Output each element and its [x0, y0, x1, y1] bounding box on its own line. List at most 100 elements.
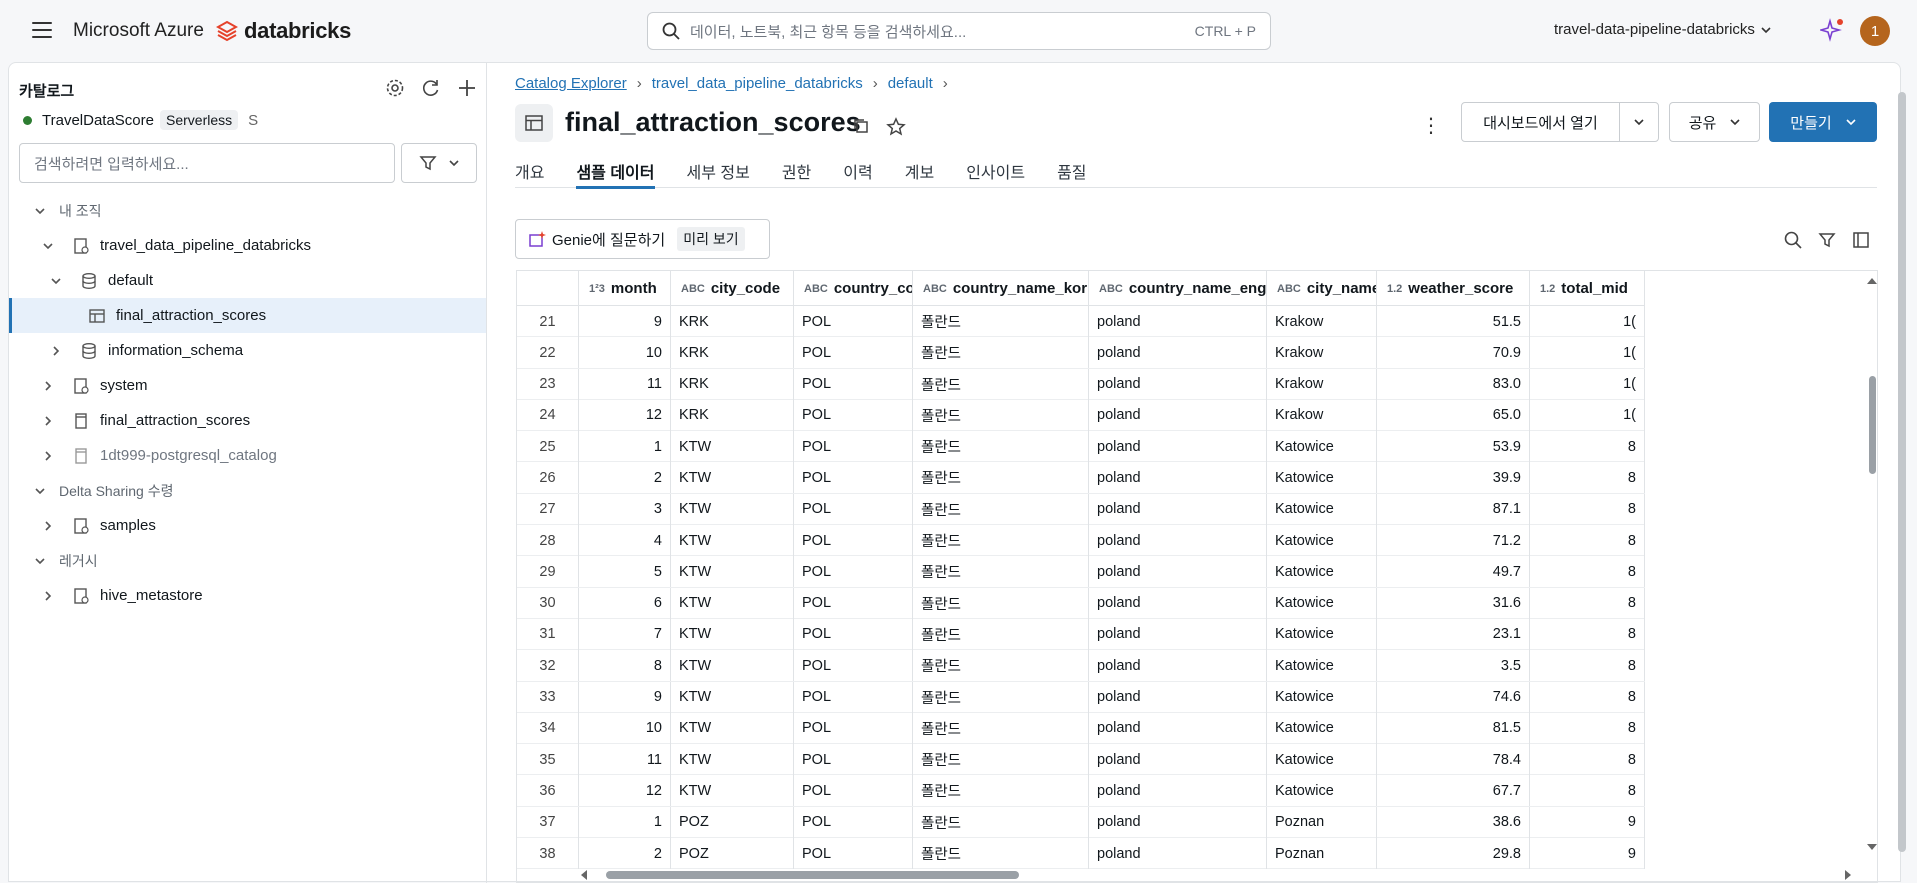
table-cell[interactable]: 1( — [1530, 399, 1645, 431]
tab-4[interactable]: 권한 — [782, 152, 811, 188]
table-cell[interactable]: 1 — [579, 431, 671, 463]
breadcrumb-catalog[interactable]: travel_data_pipeline_databricks — [652, 75, 863, 92]
row-index[interactable]: 23 — [517, 368, 579, 400]
table-cell[interactable]: 1( — [1530, 368, 1645, 400]
table-cell[interactable]: 8 — [1530, 462, 1645, 494]
row-index[interactable]: 35 — [517, 744, 579, 776]
table-cell[interactable]: 51.5 — [1377, 306, 1530, 337]
workspace-selector[interactable]: travel-data-pipeline-databricks — [1554, 21, 1771, 38]
column-header[interactable]: ABC country_code — [794, 271, 913, 306]
tree-item[interactable]: Delta Sharing 수령 — [9, 473, 486, 508]
table-cell[interactable]: KTW — [671, 618, 794, 650]
table-cell[interactable]: poland — [1089, 806, 1267, 838]
column-header[interactable]: ABC city_code — [671, 271, 794, 306]
table-cell[interactable]: POZ — [671, 806, 794, 838]
table-cell[interactable]: Katowice — [1267, 650, 1377, 682]
table-cell[interactable]: 8 — [1530, 556, 1645, 588]
table-cell[interactable]: 29.8 — [1377, 838, 1530, 870]
table-cell[interactable]: 31.6 — [1377, 587, 1530, 619]
table-cell[interactable]: 8 — [1530, 431, 1645, 463]
gear-icon[interactable] — [383, 76, 407, 100]
row-index[interactable]: 38 — [517, 838, 579, 870]
table-cell[interactable]: POL — [794, 431, 913, 463]
table-cell[interactable]: Katowice — [1267, 681, 1377, 713]
table-cell[interactable]: 12 — [579, 399, 671, 431]
tree-item[interactable]: final_attraction_scores — [9, 403, 486, 438]
table-cell[interactable]: 10 — [579, 337, 671, 369]
table-cell[interactable]: poland — [1089, 337, 1267, 369]
table-cell[interactable]: 폴란드 — [913, 838, 1089, 870]
grid-horizontal-scrollbar[interactable] — [579, 867, 1869, 881]
table-cell[interactable]: POL — [794, 618, 913, 650]
column-header[interactable]: 1.2 total_mid — [1530, 271, 1645, 306]
table-cell[interactable]: 74.6 — [1377, 681, 1530, 713]
table-cell[interactable]: 폴란드 — [913, 806, 1089, 838]
table-cell[interactable]: poland — [1089, 712, 1267, 744]
table-cell[interactable]: poland — [1089, 650, 1267, 682]
table-cell[interactable]: 폴란드 — [913, 650, 1089, 682]
table-cell[interactable]: 49.7 — [1377, 556, 1530, 588]
tree-item[interactable]: final_attraction_scores — [9, 298, 486, 333]
table-cell[interactable]: KTW — [671, 712, 794, 744]
row-index[interactable]: 28 — [517, 525, 579, 557]
table-cell[interactable]: Poznan — [1267, 838, 1377, 870]
row-index[interactable]: 27 — [517, 493, 579, 525]
table-cell[interactable]: 폴란드 — [913, 712, 1089, 744]
table-cell[interactable]: Katowice — [1267, 744, 1377, 776]
column-header[interactable]: ABC country_name_eng — [1089, 271, 1267, 306]
row-index[interactable]: 33 — [517, 681, 579, 713]
open-dashboard-label[interactable]: 대시보드에서 열기 — [1462, 103, 1620, 141]
chevron-down-icon[interactable] — [49, 274, 63, 288]
table-cell[interactable]: poland — [1089, 368, 1267, 400]
table-cell[interactable]: 71.2 — [1377, 525, 1530, 557]
table-cell[interactable]: Katowice — [1267, 712, 1377, 744]
table-cell[interactable]: poland — [1089, 681, 1267, 713]
row-index[interactable]: 30 — [517, 587, 579, 619]
column-header[interactable]: ABC country_name_kor — [913, 271, 1089, 306]
table-cell[interactable]: POL — [794, 775, 913, 807]
tree-item[interactable]: samples — [9, 508, 486, 543]
filter-icon[interactable] — [1817, 230, 1837, 250]
row-index[interactable]: 34 — [517, 712, 579, 744]
table-cell[interactable]: POL — [794, 712, 913, 744]
table-cell[interactable]: KTW — [671, 681, 794, 713]
chevron-right-icon[interactable] — [41, 519, 55, 533]
row-index[interactable]: 25 — [517, 431, 579, 463]
table-cell[interactable]: 폴란드 — [913, 618, 1089, 650]
tab-2[interactable]: 샘플 데이터 — [576, 152, 655, 189]
table-cell[interactable]: POL — [794, 337, 913, 369]
table-cell[interactable]: 6 — [579, 587, 671, 619]
row-index[interactable]: 26 — [517, 462, 579, 494]
tab-1[interactable]: 개요 — [515, 152, 544, 188]
table-cell[interactable]: 폴란드 — [913, 525, 1089, 557]
table-cell[interactable]: 87.1 — [1377, 493, 1530, 525]
tree-item[interactable]: information_schema — [9, 333, 486, 368]
table-cell[interactable]: 1( — [1530, 337, 1645, 369]
table-cell[interactable]: poland — [1089, 556, 1267, 588]
table-cell[interactable]: 5 — [579, 556, 671, 588]
scroll-thumb[interactable] — [1898, 92, 1906, 852]
menu-icon[interactable] — [32, 22, 52, 38]
table-cell[interactable]: 폴란드 — [913, 462, 1089, 494]
catalog-search-input[interactable]: 검색하려면 입력하세요... — [19, 143, 395, 183]
table-cell[interactable]: KTW — [671, 525, 794, 557]
table-cell[interactable]: KTW — [671, 744, 794, 776]
row-index[interactable]: 31 — [517, 618, 579, 650]
table-cell[interactable]: Katowice — [1267, 618, 1377, 650]
table-cell[interactable]: POL — [794, 556, 913, 588]
column-header[interactable]: 1²3 month — [579, 271, 671, 306]
scroll-right-icon[interactable] — [1843, 869, 1853, 881]
table-cell[interactable]: 폴란드 — [913, 681, 1089, 713]
table-cell[interactable]: POL — [794, 681, 913, 713]
tree-item[interactable]: travel_data_pipeline_databricks — [9, 228, 486, 263]
table-cell[interactable]: POL — [794, 650, 913, 682]
table-cell[interactable]: poland — [1089, 431, 1267, 463]
table-cell[interactable]: 78.4 — [1377, 744, 1530, 776]
table-cell[interactable]: Krakow — [1267, 399, 1377, 431]
table-cell[interactable]: poland — [1089, 744, 1267, 776]
table-cell[interactable]: 10 — [579, 712, 671, 744]
row-index[interactable]: 22 — [517, 337, 579, 369]
breadcrumb-catalog-explorer[interactable]: Catalog Explorer — [515, 75, 627, 92]
table-cell[interactable]: 9 — [1530, 806, 1645, 838]
table-cell[interactable]: KTW — [671, 775, 794, 807]
